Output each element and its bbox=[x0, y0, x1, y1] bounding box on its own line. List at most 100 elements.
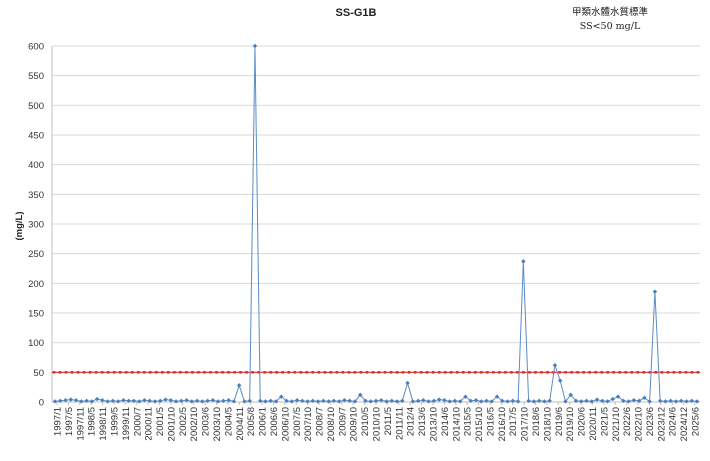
standard-marker bbox=[82, 371, 86, 374]
x-tick-label: 1998/11 bbox=[98, 407, 109, 441]
x-tick-label: 2002/5 bbox=[178, 407, 189, 436]
gridlines bbox=[51, 45, 700, 405]
standard-marker bbox=[642, 371, 646, 374]
x-tick-label: 2008/10 bbox=[326, 407, 337, 441]
x-tick-label: 1999/11 bbox=[121, 407, 132, 441]
data-point bbox=[163, 397, 168, 402]
x-tick-label: 1998/5 bbox=[87, 407, 98, 436]
x-tick-label: 2001/10 bbox=[166, 407, 177, 441]
standard-marker bbox=[516, 371, 519, 374]
standard-marker bbox=[136, 371, 140, 374]
y-tick-label: 250 bbox=[28, 249, 44, 260]
standard-marker bbox=[437, 371, 441, 374]
standard-marker bbox=[534, 371, 537, 374]
standard-marker bbox=[467, 371, 471, 374]
standard-marker bbox=[203, 371, 206, 374]
standard-marker bbox=[118, 371, 122, 374]
chart-svg: SS-G1B 甲類水體水質標準 SS<50 mg/L (mg/L) 0 50 100… bbox=[14, 6, 702, 441]
data-point bbox=[68, 397, 73, 402]
data-point bbox=[152, 399, 158, 404]
standard-marker bbox=[161, 371, 164, 374]
x-tick-label: 2015/10 bbox=[474, 407, 485, 441]
standard-marker bbox=[371, 371, 375, 374]
standard-marker bbox=[564, 371, 567, 374]
standard-marker bbox=[329, 371, 333, 374]
standard-marker bbox=[486, 371, 489, 374]
data-point bbox=[94, 396, 100, 402]
standard-marker bbox=[179, 371, 182, 374]
standard-marker bbox=[389, 371, 393, 374]
y-tick-label: 500 bbox=[28, 101, 44, 112]
standard-marker bbox=[347, 371, 351, 374]
x-tick-label: 2024/6 bbox=[668, 407, 679, 436]
data-point bbox=[105, 399, 110, 404]
data-point bbox=[605, 399, 610, 404]
data-point bbox=[242, 399, 247, 404]
x-tick-label: 2009/7 bbox=[337, 407, 348, 436]
standard-marker bbox=[383, 371, 387, 374]
standard-marker bbox=[215, 371, 218, 374]
data-point bbox=[136, 399, 142, 404]
standard-marker bbox=[359, 371, 363, 374]
x-tick-label: 2014/10 bbox=[451, 407, 462, 441]
x-tick-label: 1997/11 bbox=[75, 407, 86, 441]
x-tick-label: 2019/10 bbox=[565, 407, 576, 441]
x-tick-label: 2013/6 bbox=[417, 407, 428, 436]
standard-marker bbox=[606, 371, 610, 374]
data-point bbox=[173, 399, 179, 404]
data-point bbox=[405, 380, 410, 386]
data-point bbox=[315, 399, 321, 404]
x-tick-label: 2015/5 bbox=[463, 407, 474, 436]
standard-marker bbox=[558, 371, 561, 374]
standard-marker bbox=[696, 371, 700, 374]
standard-marker bbox=[510, 371, 513, 374]
standard-marker bbox=[88, 371, 92, 374]
standard-marker bbox=[191, 371, 194, 374]
x-tick-label: 2006/10 bbox=[280, 407, 291, 441]
x-tick-label: 2007/5 bbox=[292, 407, 303, 436]
x-tick-label: 2000/7 bbox=[132, 407, 143, 436]
standard-marker bbox=[498, 371, 501, 374]
x-tick-label: 2021/5 bbox=[599, 407, 610, 436]
standard-marker bbox=[167, 371, 170, 374]
x-tick-label: 2000/11 bbox=[144, 407, 155, 441]
standard-marker bbox=[630, 371, 634, 374]
standard-marker bbox=[431, 371, 435, 374]
standard-marker bbox=[281, 371, 285, 374]
standard-marker bbox=[492, 371, 495, 374]
standard-marker bbox=[112, 371, 116, 374]
data-point bbox=[673, 399, 679, 404]
standard-marker bbox=[317, 371, 321, 374]
data-point bbox=[684, 399, 689, 404]
data-point bbox=[263, 399, 268, 404]
x-tick-label: 2017/5 bbox=[508, 407, 519, 436]
standard-marker bbox=[455, 371, 459, 374]
standard-marker bbox=[660, 371, 664, 374]
standard-marker bbox=[407, 371, 411, 374]
standard-marker bbox=[678, 371, 682, 374]
y-tick-label: 600 bbox=[28, 42, 44, 53]
standard-marker bbox=[624, 371, 628, 374]
data-point bbox=[447, 399, 452, 404]
standard-marker bbox=[263, 371, 266, 374]
x-tick-label: 2007/10 bbox=[303, 407, 314, 441]
data-point bbox=[589, 399, 594, 404]
y-tick-label: 150 bbox=[28, 309, 44, 320]
standard-marker bbox=[124, 371, 128, 374]
data-point bbox=[368, 399, 373, 404]
standard-marker bbox=[287, 371, 291, 374]
x-tick-label: 1997/1 bbox=[53, 407, 64, 436]
standard-marker bbox=[576, 371, 579, 374]
standard-marker bbox=[323, 371, 327, 374]
x-tick-label: 2010/10 bbox=[372, 407, 383, 441]
standard-marker bbox=[582, 371, 585, 374]
standard-marker bbox=[690, 371, 694, 374]
x-tick-label: 2005/8 bbox=[246, 407, 257, 436]
data-point bbox=[115, 399, 121, 404]
standard-line bbox=[52, 371, 700, 374]
standard-marker bbox=[461, 371, 465, 374]
standard-marker bbox=[341, 371, 345, 374]
y-tick-label: 450 bbox=[28, 131, 44, 142]
standard-marker bbox=[684, 371, 688, 374]
data-point bbox=[252, 43, 258, 49]
